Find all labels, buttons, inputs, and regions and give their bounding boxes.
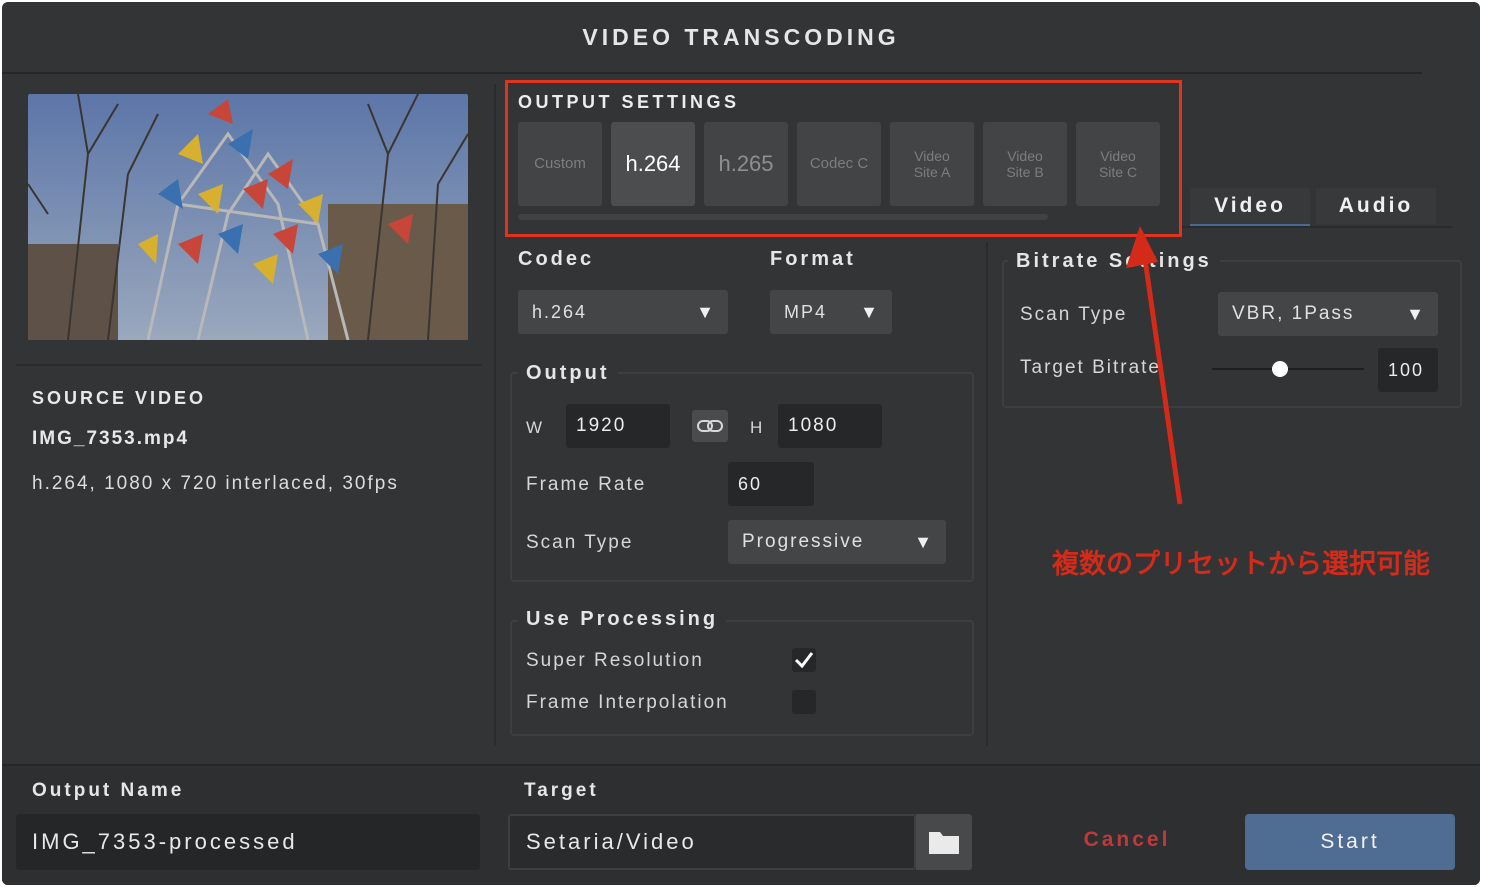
panel-divider-right <box>986 242 988 746</box>
title-divider <box>2 72 1422 74</box>
chevron-down-icon: ▼ <box>696 302 716 322</box>
height-input[interactable]: 1080 <box>778 404 882 448</box>
frame-rate-input[interactable]: 60 <box>728 462 814 506</box>
window-title: VIDEO TRANSCODING <box>582 24 900 50</box>
preview-image <box>28 94 468 340</box>
transcoding-window: VIDEO TRANSCODING SOURCE VIDEO IMG_7353.… <box>2 2 1480 885</box>
width-input[interactable]: 1920 <box>566 404 670 448</box>
highlight-box <box>505 80 1182 237</box>
cancel-button[interactable]: Cancel <box>1072 828 1182 852</box>
chevron-down-icon: ▼ <box>1406 304 1426 324</box>
source-video-heading: SOURCE VIDEO <box>32 388 207 408</box>
processing-group-title: Use Processing <box>518 608 727 631</box>
format-select[interactable]: MP4 ▼ <box>770 290 892 334</box>
height-label: H <box>750 418 765 437</box>
tab-audio[interactable]: Audio <box>1316 188 1436 224</box>
bitrate-scan-type-value: VBR, 1Pass <box>1232 303 1355 324</box>
chevron-down-icon: ▼ <box>860 302 880 322</box>
link-icon <box>697 420 723 432</box>
codec-select[interactable]: h.264 ▼ <box>518 290 728 334</box>
frame-interpolation-label: Frame Interpolation <box>526 692 729 713</box>
format-value: MP4 <box>784 301 828 322</box>
folder-icon <box>929 832 959 854</box>
chevron-down-icon: ▼ <box>914 532 934 552</box>
scan-type-select[interactable]: Progressive ▼ <box>728 520 946 564</box>
output-group-title: Output <box>518 362 618 385</box>
panel-divider <box>494 84 496 746</box>
bitrate-scan-type-select[interactable]: VBR, 1Pass ▼ <box>1218 292 1438 336</box>
output-name-input[interactable]: IMG_7353-processed <box>16 814 480 870</box>
video-preview <box>28 94 468 340</box>
scan-type-label: Scan Type <box>526 532 634 553</box>
left-divider <box>16 364 482 366</box>
width-label: W <box>526 418 545 437</box>
annotation-arrow <box>1126 226 1183 505</box>
link-aspect-button[interactable] <box>692 410 728 442</box>
frame-rate-label: Frame Rate <box>526 474 647 495</box>
codec-value: h.264 <box>532 301 588 322</box>
tab-video[interactable]: Video <box>1190 188 1310 228</box>
annotation-text: 複数のプリセットから選択可能 <box>1052 549 1430 579</box>
target-bitrate-input[interactable]: 100 <box>1378 348 1438 392</box>
format-label: Format <box>770 248 856 270</box>
output-name-label: Output Name <box>32 780 185 801</box>
source-info: h.264, 1080 x 720 interlaced, 30fps <box>32 473 399 494</box>
super-resolution-checkbox[interactable] <box>792 648 816 672</box>
target-input[interactable]: Setaria/Video <box>508 814 916 870</box>
checkmark-icon <box>794 652 814 669</box>
super-resolution-label: Super Resolution <box>526 650 704 671</box>
tab-divider <box>1182 226 1452 228</box>
source-filename: IMG_7353.mp4 <box>32 428 190 449</box>
frame-interpolation-checkbox[interactable] <box>792 690 816 714</box>
codec-label: Codec <box>518 248 595 270</box>
scan-type-value: Progressive <box>742 531 865 552</box>
bitrate-scan-type-label: Scan Type <box>1020 304 1128 325</box>
start-button[interactable]: Start <box>1245 814 1455 870</box>
processing-group <box>510 620 974 736</box>
target-label: Target <box>524 780 599 801</box>
browse-folder-button[interactable] <box>916 814 972 870</box>
